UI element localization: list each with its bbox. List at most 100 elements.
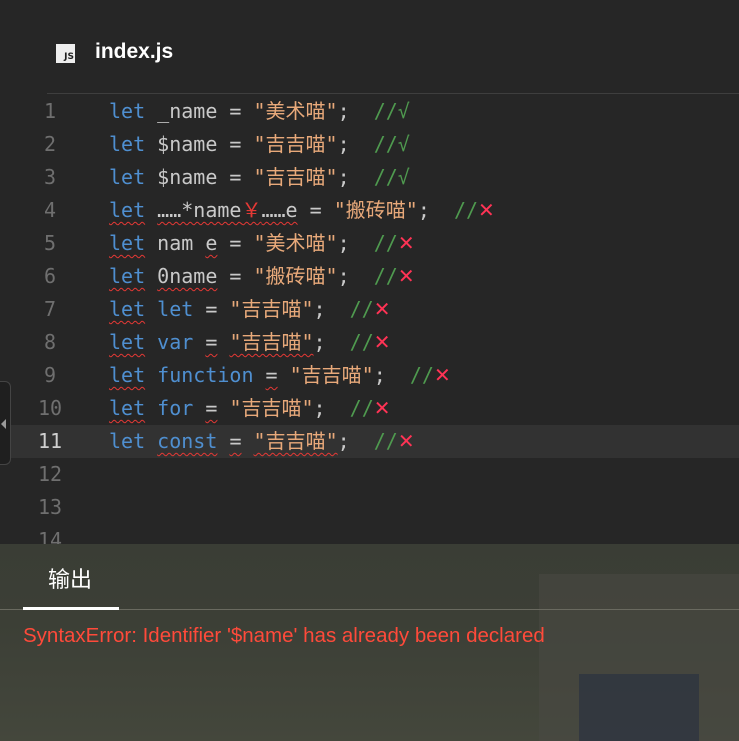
line-number: 12	[37, 462, 63, 486]
code-text: let _name = "美术喵"; //√	[109, 95, 410, 128]
comment-token: //	[349, 330, 374, 354]
code-token: ;	[337, 165, 374, 189]
code-token: ;	[337, 231, 374, 255]
editor-header: JS index.js	[0, 0, 739, 94]
code-token: =	[193, 297, 230, 321]
code-token: =	[229, 429, 242, 453]
code-line[interactable]: 9 let function = "吉吉喵"; //✕	[0, 359, 739, 392]
code-line[interactable]: 10 let for = "吉吉喵"; //✕	[0, 392, 739, 425]
keyword-token: let	[109, 363, 146, 387]
keyword-token: let	[109, 396, 146, 420]
code-line[interactable]: 3 let $name = "吉吉喵"; //√	[0, 161, 739, 194]
comment-token: //	[373, 264, 398, 288]
code-line[interactable]: 14	[0, 524, 739, 544]
code-line[interactable]: 13	[0, 491, 739, 524]
code-line[interactable]: 8 let var = "吉吉喵"; //✕	[0, 326, 739, 359]
code-token: =	[205, 330, 218, 354]
line-number: 7	[43, 297, 57, 321]
code-line[interactable]: 6 let 0name = "搬砖喵"; //✕	[0, 260, 739, 293]
string-token: "吉吉喵"	[229, 297, 314, 321]
keyword-token: let	[109, 132, 146, 156]
error-cross-icon: ✕	[373, 297, 391, 321]
code-line[interactable]: 1 let _name = "美术喵"; //√	[0, 95, 739, 128]
string-token: "美术喵"	[253, 99, 338, 123]
code-text: let function = "吉吉喵"; //✕	[109, 359, 451, 392]
line-number: 2	[43, 132, 57, 156]
code-line[interactable]: 11 let const = "吉吉喵"; //✕	[0, 425, 739, 458]
code-token: ;	[417, 198, 454, 222]
code-token: ;	[337, 429, 374, 453]
comment-token: //√	[373, 132, 410, 156]
code-line[interactable]: 5 let nam e = "美术喵"; //✕	[0, 227, 739, 260]
comment-token: //	[373, 231, 398, 255]
line-number: 5	[43, 231, 57, 255]
code-token: 0name	[157, 264, 218, 288]
output-panel: 输出 SyntaxError: Identifier '$name' has a…	[0, 544, 739, 741]
error-cross-icon: ✕	[397, 231, 415, 255]
js-file-icon: JS	[56, 44, 75, 63]
panel-collapse-handle[interactable]	[0, 381, 11, 465]
header-divider	[47, 93, 739, 94]
line-number: 14	[37, 528, 63, 544]
keyword-token: let	[109, 297, 146, 321]
code-token: ;	[337, 99, 374, 123]
line-number: 10	[37, 396, 63, 420]
code-token: ;	[373, 363, 410, 387]
error-cross-icon: ✕	[478, 198, 495, 222]
code-token: ;	[337, 132, 374, 156]
code-token: ;	[337, 264, 374, 288]
code-line[interactable]: 2 let $name = "吉吉喵"; //√	[0, 128, 739, 161]
code-text: let for = "吉吉喵"; //✕	[109, 392, 391, 425]
code-line[interactable]: 7 let let = "吉吉喵"; //✕	[0, 293, 739, 326]
code-token: =	[265, 363, 278, 387]
keyword-token: let	[157, 297, 194, 321]
code-line[interactable]: 12	[0, 458, 739, 491]
code-line[interactable]: 4 let ……*name￥……e = "搬砖喵"; //✕	[0, 194, 739, 227]
line-number: 6	[43, 264, 57, 288]
code-token: =	[297, 198, 334, 222]
comment-token: //	[409, 363, 434, 387]
code-text: let let = "吉吉喵"; //✕	[109, 293, 391, 326]
string-token: "美术喵"	[253, 231, 338, 255]
line-number: 1	[43, 99, 57, 123]
comment-token: //	[373, 429, 398, 453]
keyword-token: let	[109, 264, 146, 288]
keyword-token: let	[109, 198, 146, 222]
code-editor[interactable]: 1 let _name = "美术喵"; //√ 2 let $name = "吉吉喵…	[0, 95, 739, 544]
code-text: let 0name = "搬砖喵"; //✕	[109, 260, 415, 293]
code-token: =	[217, 264, 254, 288]
string-token: "吉吉喵"	[253, 165, 338, 189]
string-token: "搬砖喵"	[253, 264, 338, 288]
keyword-token: function	[157, 363, 254, 387]
tab-output[interactable]: 输出	[48, 562, 92, 594]
keyword-token: let	[109, 231, 146, 255]
string-token: "吉吉喵"	[229, 330, 314, 354]
code-text: let $name = "吉吉喵"; //√	[109, 161, 410, 194]
keyword-token: let	[109, 99, 146, 123]
code-token: e	[205, 231, 218, 255]
code-token: nam	[145, 231, 206, 255]
comment-token: //√	[373, 165, 410, 189]
error-cross-icon: ✕	[397, 429, 415, 453]
error-cross-icon: ✕	[373, 330, 391, 354]
line-number: 3	[43, 165, 57, 189]
code-text: let var = "吉吉喵"; //✕	[109, 326, 391, 359]
code-text: let $name = "吉吉喵"; //√	[109, 128, 410, 161]
string-token: "吉吉喵"	[253, 429, 338, 453]
code-text: let ……*name￥……e = "搬砖喵"; //✕	[109, 194, 495, 227]
line-number: 4	[43, 198, 57, 222]
string-token: "吉吉喵"	[289, 363, 374, 387]
code-text: let const = "吉吉喵"; //✕	[109, 425, 415, 458]
code-token: ;	[313, 297, 350, 321]
